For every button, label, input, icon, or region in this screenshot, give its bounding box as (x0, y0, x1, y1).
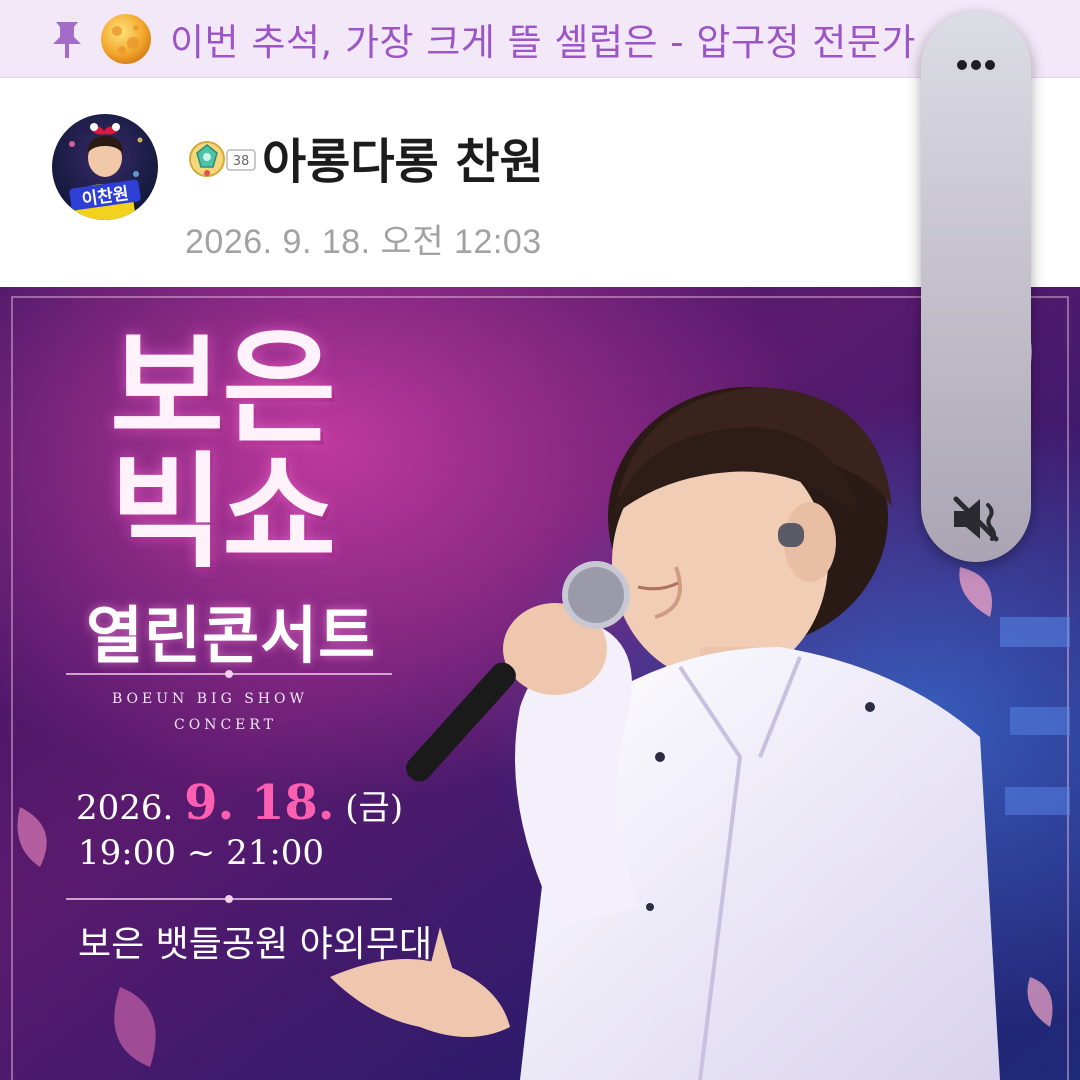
full-moon-icon (101, 13, 151, 64)
notice-text: 이번 추석, 가장 크게 뜰 셀럽은 - 압구정 전문가 (170, 20, 916, 64)
concert-poster-image[interactable]: 보은 빅쇼 열린콘서트 BOEUN BIG SHOW CONCERT 2026.… (0, 287, 1080, 1080)
author-avatar[interactable]: 이찬원 (52, 114, 158, 220)
poster-date-day: (금) (345, 788, 404, 828)
floating-media-control[interactable] (921, 12, 1031, 562)
poster-time: 19:00 ~ 21:00 (78, 833, 325, 873)
poster-title-line2: 빅쇼 (110, 441, 336, 585)
pinned-notice-bar[interactable]: 이번 추석, 가장 크게 뜰 셀럽은 - 압구정 전문가 (0, 0, 1080, 78)
poster-english-line1: BOEUN BIG SHOW (112, 691, 308, 707)
pin-icon (53, 21, 81, 58)
poster-english-line2: CONCERT (174, 717, 278, 733)
poster-date-main: 9. 18. (184, 775, 335, 831)
mute-button[interactable] (921, 484, 1031, 554)
level-badge-icon: 38 (189, 141, 256, 177)
post-timestamp: 2026. 9. 18. 오전 12:03 (185, 223, 542, 261)
more-options-button[interactable] (921, 40, 1031, 90)
poster-title-line1: 보은 (110, 317, 336, 461)
poster-venue: 보은 뱃들공원 야외무대 (78, 924, 433, 965)
more-dots-icon (957, 60, 995, 70)
level-number: 38 (233, 154, 250, 169)
author-name[interactable]: 아롱다롱 찬원 (262, 122, 544, 192)
avatar-image: 이찬원 (69, 123, 143, 220)
speaker-muted-icon (953, 496, 999, 542)
poster-date: 2026. 9. 18. (금) (76, 775, 403, 831)
poster-subtitle: 열린콘서트 (86, 599, 377, 672)
poster-date-year: 2026. (76, 788, 174, 828)
post-header: 이찬원 38 아롱다롱 찬원 2026. 9. 18. 오전 12:03 (0, 80, 1080, 286)
